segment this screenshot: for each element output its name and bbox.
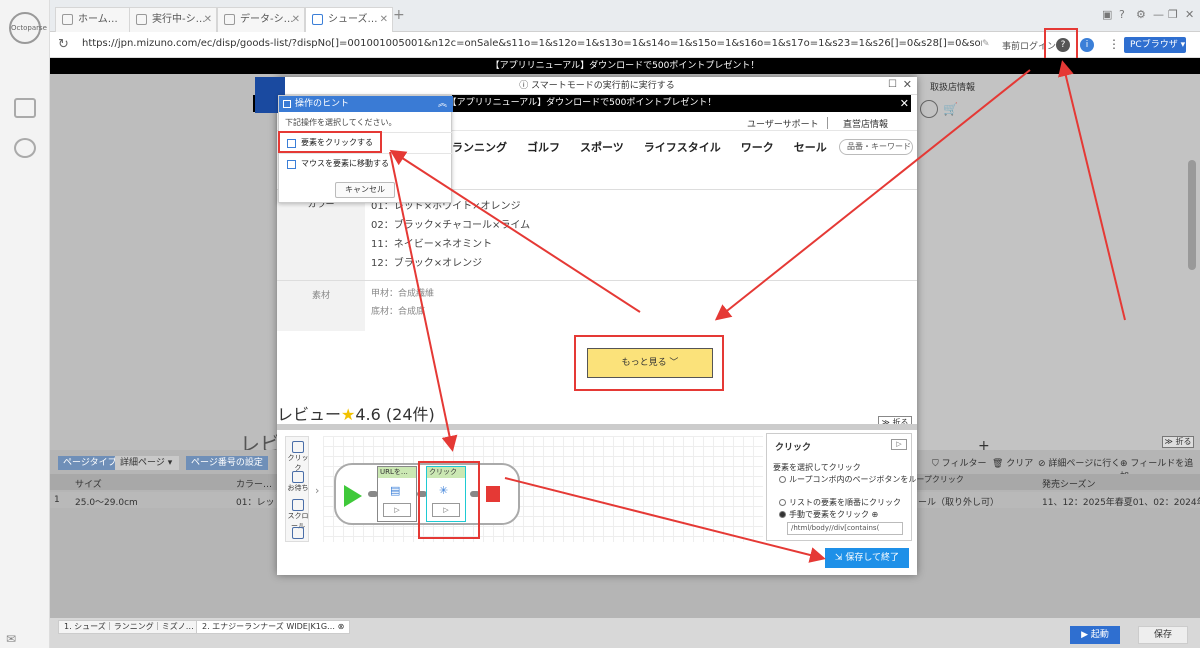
- arrow: [714, 69, 1031, 321]
- arrow: [389, 149, 641, 313]
- arrow: [504, 477, 826, 563]
- annotation-arrows: [389, 60, 1126, 563]
- arrow: [1058, 60, 1126, 321]
- arrow: [389, 151, 458, 452]
